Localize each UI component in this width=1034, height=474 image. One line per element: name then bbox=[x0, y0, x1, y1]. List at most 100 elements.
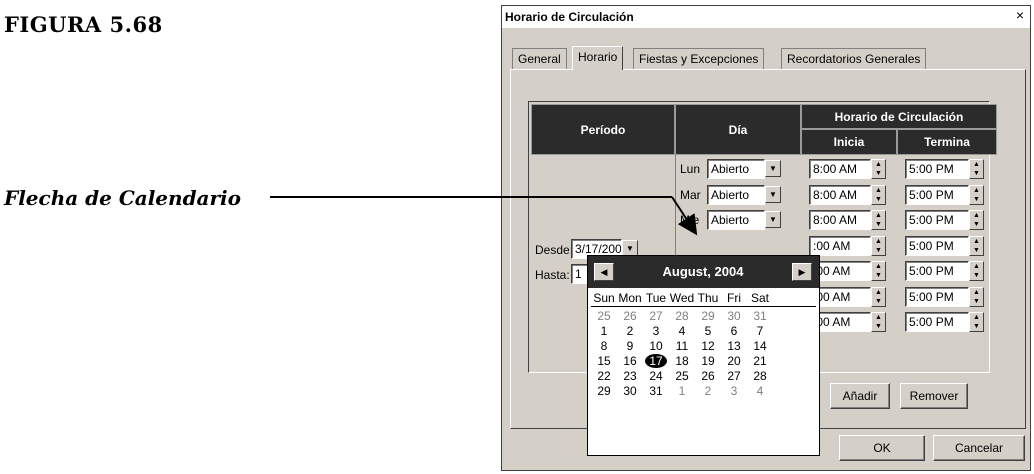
calendar-day[interactable]: 30 bbox=[617, 384, 643, 398]
calendar-day[interactable]: 23 bbox=[617, 369, 643, 383]
end-time-field[interactable]: 5:00 PM bbox=[905, 159, 969, 179]
calendar-day[interactable]: 22 bbox=[591, 369, 617, 383]
calendar-day[interactable]: 1 bbox=[669, 384, 695, 398]
calendar-day[interactable]: 20 bbox=[721, 354, 747, 368]
calendar-day[interactable]: 7 bbox=[747, 324, 773, 338]
end-time-field[interactable]: 5:00 PM bbox=[905, 236, 969, 256]
figure-title: FIGURA 5.68 bbox=[4, 12, 163, 37]
horario-header: Horario de Circulación bbox=[801, 104, 997, 129]
chevron-down-icon: ▼ bbox=[769, 190, 777, 199]
day-status-select[interactable]: Abierto bbox=[707, 159, 765, 179]
calendar-day[interactable]: 31 bbox=[643, 384, 669, 398]
start-time-spinner[interactable]: ▲ ▼ bbox=[871, 261, 886, 281]
calendar-day[interactable]: 19 bbox=[695, 354, 721, 368]
close-icon[interactable]: × bbox=[1012, 8, 1028, 24]
calendar-day[interactable]: 15 bbox=[591, 354, 617, 368]
start-time-spinner[interactable]: ▲ ▼ bbox=[871, 312, 886, 332]
start-time-spinner[interactable]: ▲ ▼ bbox=[871, 236, 886, 256]
next-month-button[interactable]: ▶ bbox=[792, 263, 812, 281]
calendar-day[interactable]: 21 bbox=[747, 354, 773, 368]
weekday-label: Fri bbox=[727, 291, 741, 305]
calendar-day[interactable]: 25 bbox=[591, 309, 617, 323]
calendar-day[interactable]: 10 bbox=[643, 339, 669, 353]
prev-month-button[interactable]: ◀ bbox=[594, 263, 614, 281]
calendar-day[interactable]: 27 bbox=[721, 369, 747, 383]
calendar-day[interactable]: 3 bbox=[643, 324, 669, 338]
calendar-day[interactable]: 16 bbox=[617, 354, 643, 368]
day-status-dropdown[interactable]: ▼ bbox=[765, 160, 781, 177]
dia-header: Día bbox=[675, 104, 801, 155]
start-time-field[interactable]: 8:00 AM bbox=[809, 159, 871, 179]
start-time-spinner[interactable]: ▲ ▼ bbox=[871, 210, 886, 230]
calendar-day[interactable]: 29 bbox=[695, 309, 721, 323]
end-time-spinner[interactable]: ▲ ▼ bbox=[969, 159, 984, 179]
calendar-day[interactable]: 24 bbox=[643, 369, 669, 383]
weekday-label: Tue bbox=[645, 291, 667, 305]
calendar-day[interactable]: 2 bbox=[695, 384, 721, 398]
calendar-day[interactable]: 1 bbox=[591, 324, 617, 338]
calendar-day[interactable]: 4 bbox=[747, 384, 773, 398]
calendar-day[interactable]: 25 bbox=[669, 369, 695, 383]
calendar-day[interactable]: 12 bbox=[695, 339, 721, 353]
tab-horario[interactable]: Horario bbox=[572, 46, 624, 70]
calendar-day[interactable]: 28 bbox=[747, 369, 773, 383]
calendar-day[interactable]: 18 bbox=[669, 354, 695, 368]
day-status-dropdown[interactable]: ▼ bbox=[765, 211, 781, 228]
start-time-spinner[interactable]: ▲ ▼ bbox=[871, 159, 886, 179]
tab-general[interactable]: General bbox=[512, 48, 567, 69]
end-time-spinner[interactable]: ▲ ▼ bbox=[969, 261, 984, 281]
end-time-spinner[interactable]: ▲ ▼ bbox=[969, 236, 984, 256]
calendar-day[interactable]: 5 bbox=[695, 324, 721, 338]
calendar-day[interactable]: 28 bbox=[669, 309, 695, 323]
weekday-label: Sat bbox=[750, 291, 769, 305]
end-time-spinner[interactable]: ▲ ▼ bbox=[969, 210, 984, 230]
calendar-day[interactable]: 3 bbox=[721, 384, 747, 398]
calendar-day[interactable]: 11 bbox=[669, 339, 695, 353]
calendar-day[interactable]: 4 bbox=[669, 324, 695, 338]
calendar-day[interactable]: 2 bbox=[617, 324, 643, 338]
end-time-spinner[interactable]: ▲ ▼ bbox=[969, 312, 984, 332]
end-time-spinner[interactable]: ▲ ▼ bbox=[969, 185, 984, 205]
end-time-field[interactable]: 5:00 PM bbox=[905, 312, 969, 332]
periodo-header: Período bbox=[531, 104, 675, 155]
end-time-field[interactable]: 5:00 PM bbox=[905, 261, 969, 281]
tab-fiestas[interactable]: Fiestas y Excepciones bbox=[633, 48, 765, 69]
start-time-field[interactable]: :00 AM bbox=[809, 236, 871, 256]
calendar-day[interactable]: 9 bbox=[617, 339, 643, 353]
calendar-day[interactable]: 31 bbox=[747, 309, 773, 323]
day-status-select[interactable]: Abierto bbox=[707, 185, 765, 205]
tab-recordatorios[interactable]: Recordatorios Generales bbox=[781, 48, 927, 69]
calendar-day[interactable]: 8 bbox=[591, 339, 617, 353]
calendar-day[interactable]: 17 bbox=[643, 354, 669, 368]
day-status-select[interactable]: Abierto bbox=[707, 210, 765, 230]
calendar-popup: ◀ August, 2004 ▶ Sun Mon Tue Wed Thu Fri Sat 25… bbox=[587, 255, 820, 456]
calendar-day[interactable]: 6 bbox=[721, 324, 747, 338]
desde-label: Desde: bbox=[535, 243, 574, 257]
end-time-field[interactable]: 5:00 PM bbox=[905, 185, 969, 205]
weekday-label: Mon bbox=[618, 291, 642, 305]
calendar-month-title: August, 2004 bbox=[662, 264, 744, 279]
end-time-spinner[interactable]: ▲ ▼ bbox=[969, 287, 984, 307]
calendar-day[interactable]: 27 bbox=[643, 309, 669, 323]
calendar-day[interactable]: 26 bbox=[617, 309, 643, 323]
end-time-field[interactable]: 5:00 PM bbox=[905, 210, 969, 230]
start-time-spinner[interactable]: ▲ ▼ bbox=[871, 185, 886, 205]
hasta-label: Hasta: bbox=[535, 268, 570, 282]
calendar-day[interactable]: 26 bbox=[695, 369, 721, 383]
calendar-day[interactable]: 30 bbox=[721, 309, 747, 323]
day-label: Mie bbox=[680, 213, 700, 227]
weekday-label: Wed bbox=[669, 291, 695, 305]
calendar-day[interactable]: 14 bbox=[747, 339, 773, 353]
remove-button[interactable]: Remover bbox=[900, 383, 968, 409]
calendar-day[interactable]: 13 bbox=[721, 339, 747, 353]
start-time-field[interactable]: 8:00 AM bbox=[809, 185, 871, 205]
start-time-spinner[interactable]: ▲ ▼ bbox=[871, 287, 886, 307]
callout-label: Flecha de Calendario bbox=[4, 186, 241, 210]
add-button[interactable]: Añadir bbox=[830, 383, 890, 409]
ok-button[interactable]: OK bbox=[839, 435, 925, 461]
end-time-field[interactable]: 5:00 PM bbox=[905, 287, 969, 307]
start-time-field[interactable]: 8:00 AM bbox=[809, 210, 871, 230]
cancel-button[interactable]: Cancelar bbox=[933, 435, 1025, 461]
calendar-day[interactable]: 29 bbox=[591, 384, 617, 398]
day-status-dropdown[interactable]: ▼ bbox=[765, 186, 781, 203]
